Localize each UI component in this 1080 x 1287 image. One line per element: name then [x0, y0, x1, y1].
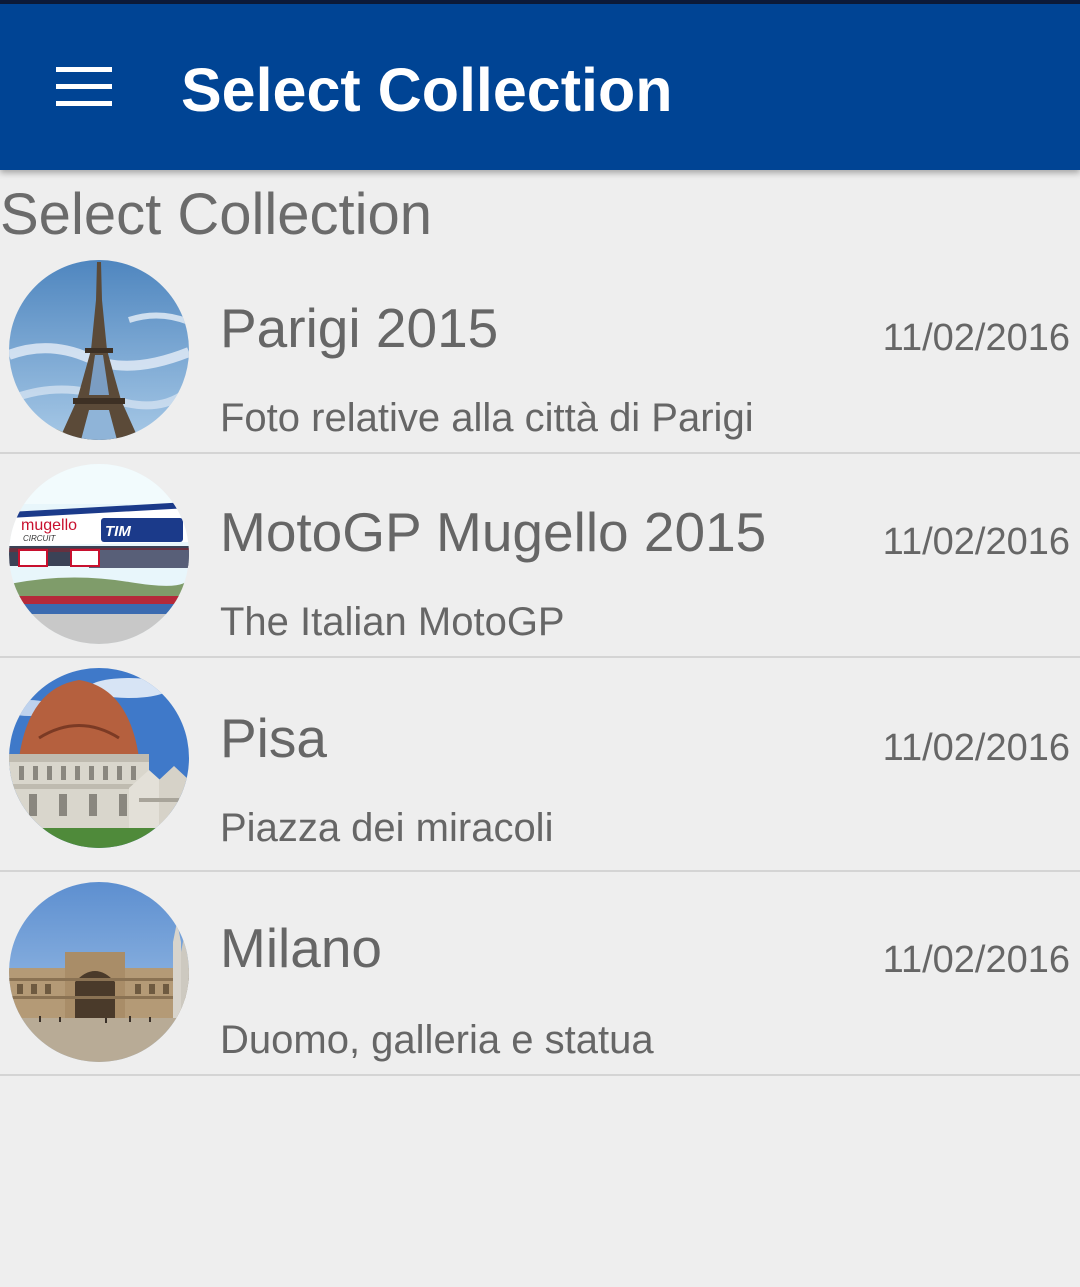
- mugello-logo-text: mugello: [21, 517, 77, 534]
- collection-date: 11/02/2016: [882, 727, 1070, 769]
- collection-title: Parigi 2015: [220, 297, 499, 359]
- tim-logo-text: TIM: [105, 523, 131, 540]
- collection-title: MotoGP Mugello 2015: [220, 501, 767, 563]
- collection-item-milano[interactable]: Milano 11/02/2016 Duomo, galleria e stat…: [0, 872, 1080, 1076]
- milano-galleria-photo: [9, 882, 189, 1062]
- collection-title: Milano: [220, 917, 383, 979]
- collection-item-pisa[interactable]: Pisa 11/02/2016 Piazza dei miracoli: [0, 658, 1080, 872]
- collection-item-motogp-mugello[interactable]: TIM mugello CIRCUIT MotoGP Mugello 2015 …: [0, 454, 1080, 658]
- collection-list: Parigi 2015 11/02/2016 Foto relative all…: [0, 250, 1080, 1076]
- app-bar: Select Collection: [0, 4, 1080, 170]
- collection-description: Foto relative alla città di Parigi: [220, 396, 754, 440]
- section-title: Select Collection: [0, 182, 432, 247]
- pisa-baptistery-photo: [9, 668, 189, 848]
- collection-title: Pisa: [220, 707, 327, 769]
- collection-date: 11/02/2016: [882, 521, 1070, 563]
- collection-date: 11/02/2016: [882, 939, 1070, 981]
- collection-description: The Italian MotoGP: [220, 600, 565, 644]
- collection-date: 11/02/2016: [882, 317, 1070, 359]
- eiffel-tower-photo: [9, 260, 189, 440]
- hamburger-menu-icon[interactable]: [40, 50, 130, 126]
- collection-description: Duomo, galleria e statua: [220, 1018, 654, 1062]
- app-bar-title: Select Collection: [181, 56, 673, 124]
- circuit-logo-text: CIRCUIT: [23, 534, 57, 543]
- collection-description: Piazza dei miracoli: [220, 806, 554, 850]
- mugello-circuit-photo: TIM mugello CIRCUIT: [9, 464, 189, 644]
- collection-item-parigi[interactable]: Parigi 2015 11/02/2016 Foto relative all…: [0, 250, 1080, 454]
